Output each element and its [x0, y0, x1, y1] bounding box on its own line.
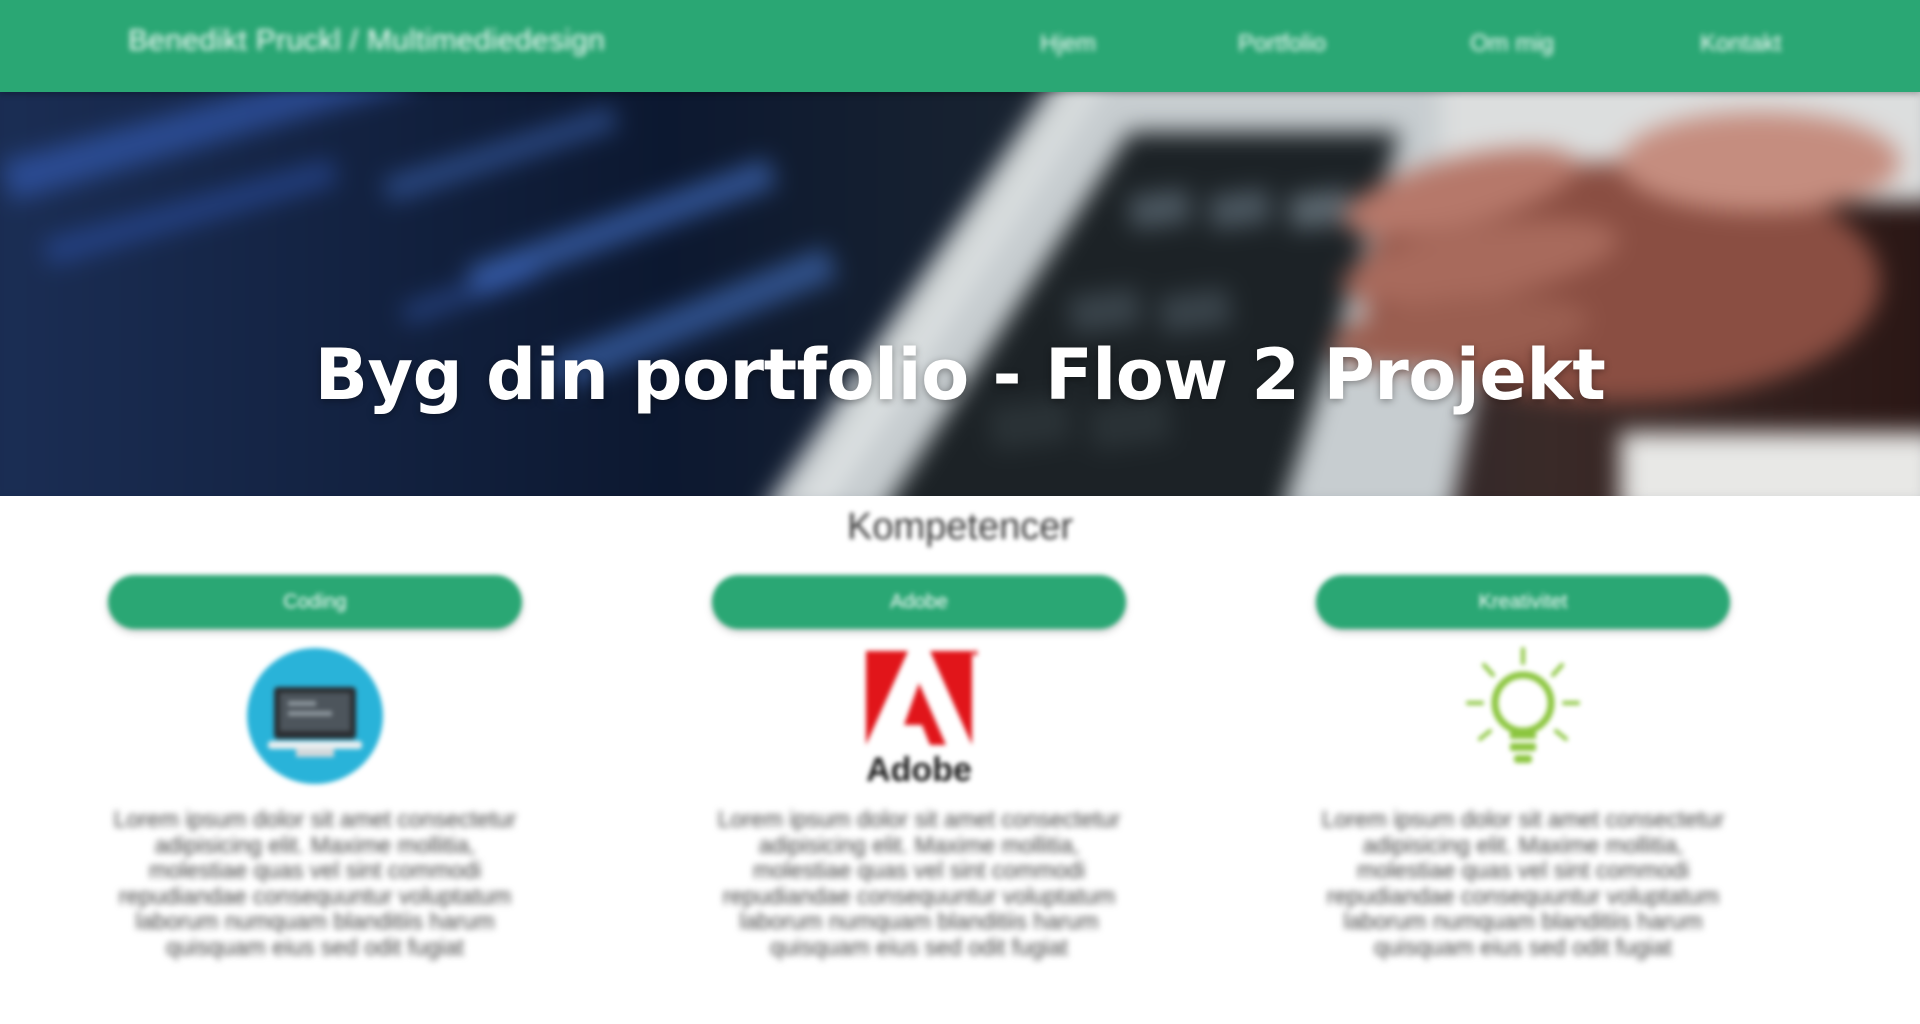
nav-link-contact[interactable]: Kontakt — [1700, 30, 1781, 58]
computer-icon — [108, 641, 522, 791]
site-brand[interactable]: Benedikt Pruckl / Multimediedesign — [128, 24, 605, 58]
creativity-button[interactable]: Kreativitet — [1316, 575, 1730, 629]
adobe-button[interactable]: Adobe — [712, 575, 1126, 629]
coding-button[interactable]: Coding — [108, 575, 522, 629]
section-title: Kompetencer — [846, 506, 1073, 548]
hero-title: Byg din portfolio - Flow 2 Projekt — [314, 333, 1606, 416]
adobe-logo-text: Adobe — [866, 751, 972, 787]
hero-laptop-image — [0, 92, 1920, 496]
creativity-description: Lorem ipsum dolor sit amet consectetur a… — [1321, 806, 1725, 960]
hero-banner: Byg din portfolio - Flow 2 Projekt — [0, 92, 1920, 496]
competence-card-creativity: Kreativitet Lorem ipsum dolor sit amet c… — [1316, 575, 1736, 983]
coding-description: Lorem ipsum dolor sit amet consectetur a… — [113, 806, 517, 960]
navbar: Benedikt Pruckl / Multimediedesign Hjem … — [0, 0, 1920, 92]
lightbulb-icon — [1316, 641, 1730, 791]
adobe-logo: Adobe — [712, 641, 1126, 791]
competence-card-coding: Coding Lorem ipsum dolor sit amet consec… — [108, 575, 528, 983]
nav-link-home[interactable]: Hjem — [1040, 30, 1096, 58]
nav-link-about[interactable]: Om mig — [1470, 30, 1554, 58]
adobe-description: Lorem ipsum dolor sit amet consectetur a… — [717, 806, 1121, 960]
nav-link-portfolio[interactable]: Portfolio — [1238, 30, 1326, 58]
competence-card-adobe: Adobe Adobe Lorem ipsum dolor sit amet c… — [712, 575, 1132, 983]
